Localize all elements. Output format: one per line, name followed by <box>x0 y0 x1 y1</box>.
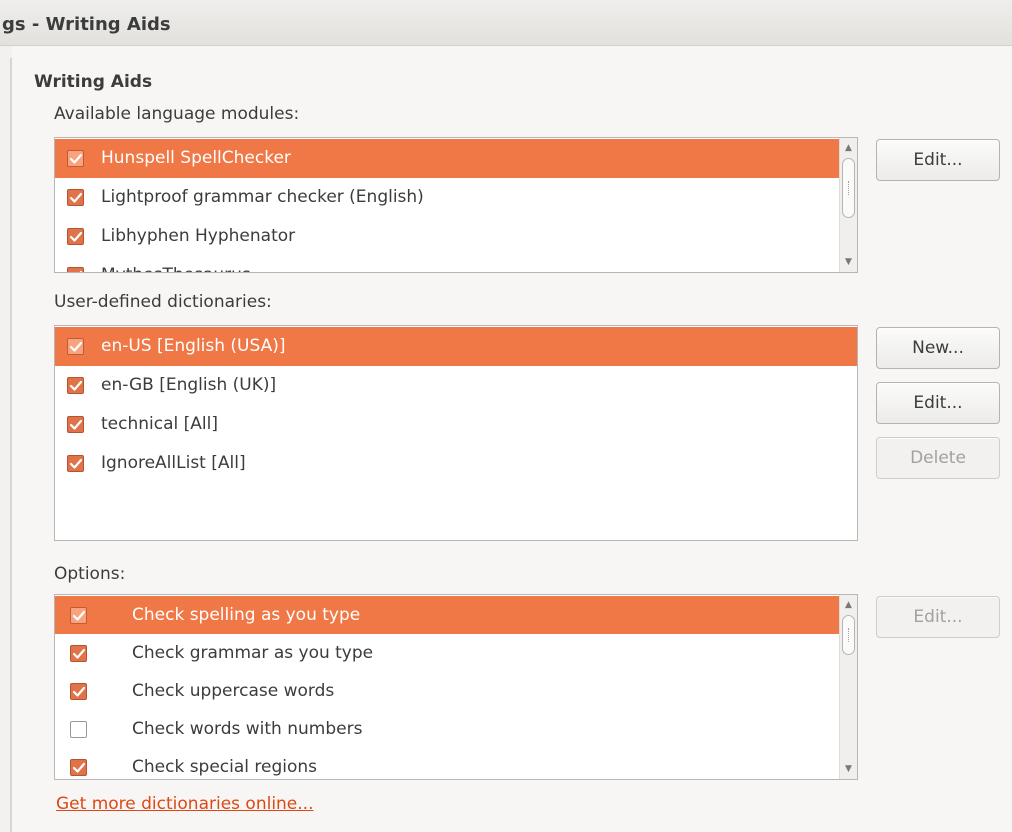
checkbox-checked-icon[interactable] <box>67 416 84 433</box>
language_modules-item[interactable]: Hunspell SpellChecker <box>55 139 839 178</box>
language-modules-list[interactable]: MythesThesaurus Libhyphen Hyphenator Light… <box>54 137 858 273</box>
options-item[interactable]: Check special regions <box>55 748 839 779</box>
options-item-label: Check special regions <box>132 757 318 777</box>
language_modules-item-label: Hunspell SpellChecker <box>101 148 291 168</box>
dictionaries-item-label: en-US [English (USA)] <box>101 336 286 356</box>
language_modules-item-label: Libhyphen Hyphenator <box>101 226 296 246</box>
options-item[interactable]: Check spelling as you type <box>55 596 839 634</box>
language_modules-item[interactable]: MythesThesaurus <box>55 256 839 272</box>
options-item[interactable]: Check grammar as you type <box>55 634 839 672</box>
scroll-thumb[interactable] <box>842 158 855 218</box>
dictionaries-label: User-defined dictionaries: <box>54 292 272 312</box>
dictionaries-item[interactable]: IgnoreAllList [All] <box>55 444 857 483</box>
checkbox-checked-icon[interactable] <box>70 645 87 662</box>
dictionaries-item-label: IgnoreAllList [All] <box>101 453 246 473</box>
checkbox-checked-icon[interactable] <box>67 267 84 272</box>
language-module-edit-button[interactable]: Edit... <box>876 139 1000 181</box>
options-list[interactable]: Check special regions Check words with nu… <box>54 594 858 780</box>
option-edit-button[interactable]: Edit... <box>876 596 1000 638</box>
options-label: Options: <box>54 564 126 584</box>
section-title: Writing Aids <box>34 72 153 92</box>
options-item-label: Check spelling as you type <box>132 605 361 625</box>
get-more-dictionaries-link[interactable]: Get more dictionaries online... <box>56 794 313 814</box>
scroll-up-icon[interactable]: ▲ <box>841 140 856 156</box>
dictionaries-item-label: technical [All] <box>101 414 218 434</box>
scroll-down-icon[interactable]: ▼ <box>841 254 856 270</box>
options-item-label: Check words with numbers <box>132 719 363 739</box>
checkbox-checked-icon[interactable] <box>67 189 84 206</box>
panel-divider <box>10 58 12 832</box>
checkbox-checked-icon[interactable] <box>70 607 87 624</box>
dictionaries-item[interactable]: en-US [English (USA)] <box>55 327 857 366</box>
new-dictionary-button[interactable]: New... <box>876 327 1000 369</box>
language-modules-scrollbar[interactable]: ▲ ▼ <box>839 138 857 272</box>
language_modules-item-label: Lightproof grammar checker (English) <box>101 187 424 207</box>
language_modules-item[interactable]: Libhyphen Hyphenator <box>55 217 839 256</box>
dialog-titlebar: gs - Writing Aids <box>0 0 1012 46</box>
scroll-up-icon[interactable]: ▲ <box>841 597 856 613</box>
scroll-down-icon[interactable]: ▼ <box>841 761 856 777</box>
checkbox-checked-icon[interactable] <box>67 338 84 355</box>
checkbox-checked-icon[interactable] <box>67 228 84 245</box>
scroll-thumb[interactable] <box>842 615 855 655</box>
language_modules-item-label: MythesThesaurus <box>101 265 251 272</box>
checkbox-checked-icon[interactable] <box>67 455 84 472</box>
edit-dictionary-button[interactable]: Edit... <box>876 382 1000 424</box>
language-modules-label: Available language modules: <box>54 104 300 124</box>
options-item-label: Check uppercase words <box>132 681 335 701</box>
checkbox-checked-icon[interactable] <box>67 150 84 167</box>
dictionaries-item[interactable]: en-GB [English (UK)] <box>55 366 857 405</box>
dictionaries-item[interactable]: technical [All] <box>55 405 857 444</box>
options-item[interactable]: Check words with numbers <box>55 710 839 748</box>
dictionaries-list[interactable]: IgnoreAllList [All] technical [All] en-GB … <box>54 325 858 541</box>
language_modules-item[interactable]: Lightproof grammar checker (English) <box>55 178 839 217</box>
checkbox-checked-icon[interactable] <box>67 377 84 394</box>
checkbox-unchecked-icon[interactable] <box>70 721 87 738</box>
options-scrollbar[interactable]: ▲ ▼ <box>839 595 857 779</box>
options-item[interactable]: Check uppercase words <box>55 672 839 710</box>
dictionaries-item-label: en-GB [English (UK)] <box>101 375 277 395</box>
checkbox-checked-icon[interactable] <box>70 759 87 776</box>
options-item-label: Check grammar as you type <box>132 643 374 663</box>
dialog-title: gs - Writing Aids <box>2 14 171 35</box>
checkbox-checked-icon[interactable] <box>70 683 87 700</box>
delete-dictionary-button[interactable]: Delete <box>876 437 1000 479</box>
